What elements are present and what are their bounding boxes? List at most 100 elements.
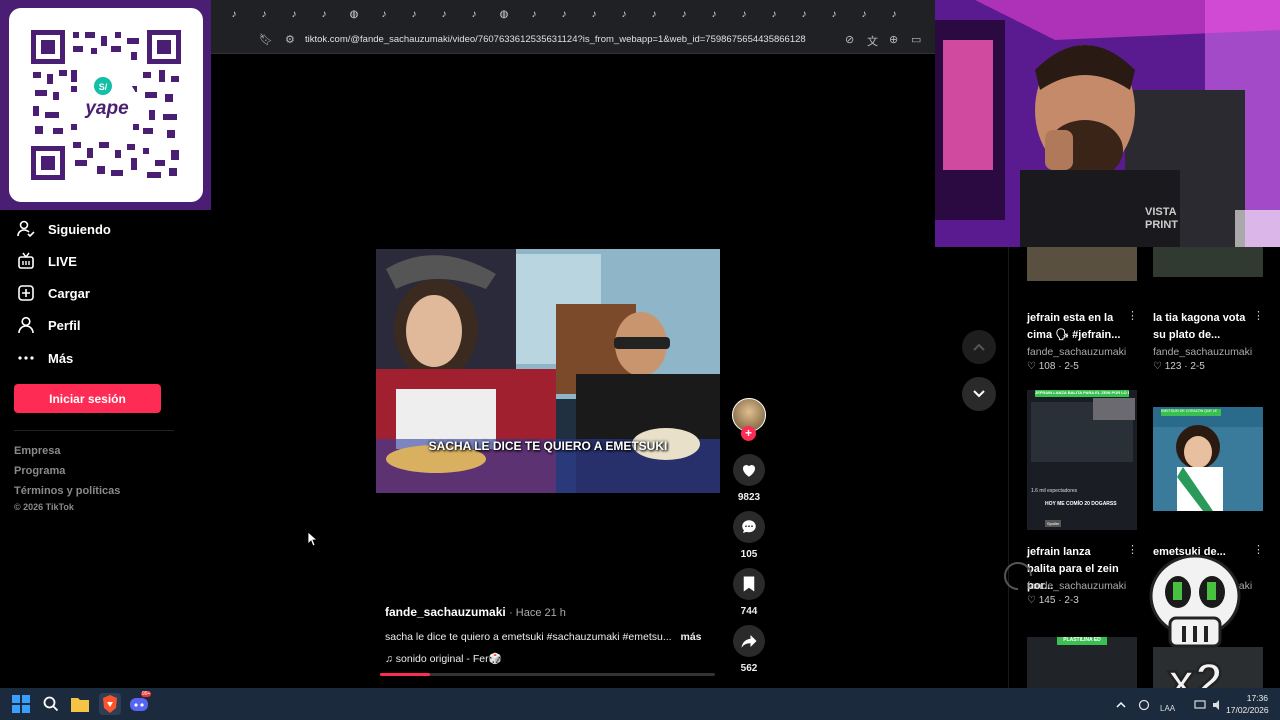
- footer-link-company[interactable]: Empresa: [14, 445, 60, 457]
- no-tracking-icon[interactable]: ⊘: [845, 33, 854, 46]
- tiktok-tab-icon[interactable]: ♪: [639, 0, 669, 28]
- related-title[interactable]: la tia kagona vota su plato de...: [1153, 310, 1248, 344]
- tiktok-tab-icon[interactable]: ♪: [549, 0, 579, 28]
- stats-separator: ·: [1184, 361, 1188, 372]
- tiktok-tab-icon[interactable]: ♪: [879, 0, 909, 28]
- sound-info[interactable]: ♫ sonido original - Fer🎲: [385, 652, 502, 665]
- next-video-button[interactable]: [962, 377, 996, 411]
- cast-icon[interactable]: ▭: [911, 33, 921, 46]
- system-clock[interactable]: 17:36 17/02/2026: [1226, 692, 1269, 716]
- tiktok-tab-icon[interactable]: ♪: [819, 0, 849, 28]
- tiktok-tab-icon[interactable]: ♪: [429, 0, 459, 28]
- video-thumbnail[interactable]: JEFRAIN LANZA BALITA PARA EL ZEIN POR LO…: [1027, 390, 1137, 530]
- related-date: 2-3: [1064, 595, 1079, 606]
- url-input[interactable]: tiktok.com/@fande_sachauzumaki/video/760…: [305, 34, 806, 45]
- windows-start-icon[interactable]: [11, 694, 31, 714]
- more-options-icon[interactable]: ⋮: [1127, 543, 1138, 556]
- tiktok-tab-icon[interactable]: ♪: [609, 0, 639, 28]
- footer-link-program[interactable]: Programa: [14, 465, 65, 477]
- tiktok-tab-icon[interactable]: ♪: [759, 0, 789, 28]
- tiktok-tab-icon[interactable]: ♪: [369, 0, 399, 28]
- tiktok-tab-icon[interactable]: ♪: [399, 0, 429, 28]
- related-author[interactable]: fande_sachauzumaki: [1027, 580, 1126, 592]
- address-bar: 🔖︎ ⚙︎ tiktok.com/@fande_sachauzumaki/vid…: [211, 28, 935, 54]
- video-thumbnail[interactable]: [1027, 247, 1137, 281]
- chevron-down-icon: [973, 390, 985, 398]
- sidebar-item-following[interactable]: Siguiendo: [16, 219, 111, 239]
- related-author[interactable]: fande_sachauzumaki: [1027, 346, 1126, 358]
- tiktok-tab-icon[interactable]: ♪: [669, 0, 699, 28]
- mouse-cursor-icon: [308, 532, 318, 547]
- more-link[interactable]: más: [681, 631, 702, 643]
- live-icon: [16, 251, 36, 271]
- related-likes: 123: [1164, 361, 1182, 372]
- more-options-icon[interactable]: ⋮: [1253, 309, 1264, 322]
- sync-icon[interactable]: [1134, 695, 1154, 715]
- streamer-webcam: VISTA PRINT: [935, 0, 1280, 247]
- sidebar-item-upload[interactable]: Cargar: [16, 283, 90, 303]
- translate-icon[interactable]: 文: [867, 33, 878, 49]
- tiktok-tab-icon[interactable]: ♪: [309, 0, 339, 28]
- video-thumbnail[interactable]: EMETSUKI DE CORAZÓN QUE LE: [1153, 407, 1263, 511]
- tiktok-tab-icon[interactable]: ♪: [279, 0, 309, 28]
- more-options-icon[interactable]: ⋮: [1127, 309, 1138, 322]
- more-options-icon[interactable]: ⋮: [1253, 543, 1264, 556]
- tiktok-tab-icon[interactable]: ♪: [249, 0, 279, 28]
- tiktok-tab-icon[interactable]: ♪: [519, 0, 549, 28]
- video-progress-bar[interactable]: [380, 673, 715, 676]
- video-player[interactable]: SACHA LE DICE TE QUIERO A EMETSUKI: [376, 249, 720, 493]
- yape-logo-text: yape: [84, 98, 129, 119]
- video-description: sacha le dice te quiero a emetsuki #sach…: [385, 631, 702, 643]
- related-author[interactable]: fande_sachauzumaki: [1153, 346, 1252, 358]
- file-explorer-icon[interactable]: [70, 694, 90, 714]
- like-button[interactable]: [733, 454, 765, 486]
- thumb-image: [1153, 425, 1263, 511]
- sound-name[interactable]: sonido original - Fer🎲: [396, 653, 502, 665]
- save-button[interactable]: [733, 568, 765, 600]
- yape-qr-card: S/ yape: [9, 8, 203, 202]
- sidebar-item-more[interactable]: Más: [16, 348, 73, 368]
- tiktok-tab-icon[interactable]: ♪: [219, 0, 249, 28]
- video-author[interactable]: fande_sachauzumaki · Hace 21 h: [385, 605, 566, 619]
- comment-button[interactable]: [733, 511, 765, 543]
- site-info-icon[interactable]: ⚙︎: [285, 33, 295, 46]
- keyboard-language[interactable]: LAA: [1160, 704, 1175, 713]
- volume-icon[interactable]: [1208, 695, 1228, 715]
- following-icon: [16, 219, 36, 239]
- tiktok-tab-icon[interactable]: ♪: [729, 0, 759, 28]
- network-icon[interactable]: [1190, 695, 1210, 715]
- share-button[interactable]: [733, 625, 765, 657]
- video-frame-image: [376, 249, 720, 493]
- follow-plus-icon[interactable]: +: [741, 426, 756, 441]
- related-likes: 108: [1038, 361, 1056, 372]
- skull-x2-overlay: x2: [1140, 548, 1250, 710]
- thumb-badge: Spoiler: [1045, 520, 1062, 527]
- tiktok-tab-icon[interactable]: ♪: [789, 0, 819, 28]
- globe-tab-icon[interactable]: ◍: [489, 0, 519, 28]
- clock-time: 17:36: [1246, 693, 1268, 703]
- stats-separator: ·: [1058, 361, 1062, 372]
- tiktok-tab-icon[interactable]: ♪: [579, 0, 609, 28]
- thumb-header-banner: PLASTILINA ED: [1057, 637, 1107, 645]
- login-button[interactable]: Iniciar sesión: [14, 384, 161, 413]
- author-name[interactable]: fande_sachauzumaki: [385, 605, 506, 619]
- brave-browser-icon[interactable]: [99, 693, 121, 715]
- related-stats: ♡ 123 · 2-5: [1153, 361, 1205, 372]
- zoom-icon[interactable]: ⊕: [889, 33, 898, 46]
- search-icon[interactable]: [41, 694, 61, 714]
- tiktok-tab-icon[interactable]: ♪: [699, 0, 729, 28]
- video-thumbnail[interactable]: [1153, 247, 1263, 277]
- tiktok-tab-icon[interactable]: ♪: [849, 0, 879, 28]
- tray-chevron-up-icon[interactable]: [1111, 695, 1131, 715]
- discord-icon[interactable]: 99+: [129, 691, 152, 714]
- globe-tab-icon[interactable]: ◍: [339, 0, 369, 28]
- sidebar-item-profile[interactable]: Perfil: [16, 315, 81, 335]
- post-time: · Hace 21 h: [509, 607, 566, 619]
- previous-video-button[interactable]: [962, 330, 996, 364]
- bookmark-icon[interactable]: 🔖︎: [259, 33, 273, 46]
- sidebar-item-live[interactable]: LIVE: [16, 251, 77, 271]
- footer-link-terms[interactable]: Términos y políticas: [14, 485, 120, 497]
- video-thumbnail[interactable]: PLASTILINA ED: [1027, 637, 1137, 688]
- tiktok-tab-icon[interactable]: ♪: [459, 0, 489, 28]
- related-title[interactable]: jefrain esta en la cima 🗣 #jefrain...: [1027, 310, 1122, 344]
